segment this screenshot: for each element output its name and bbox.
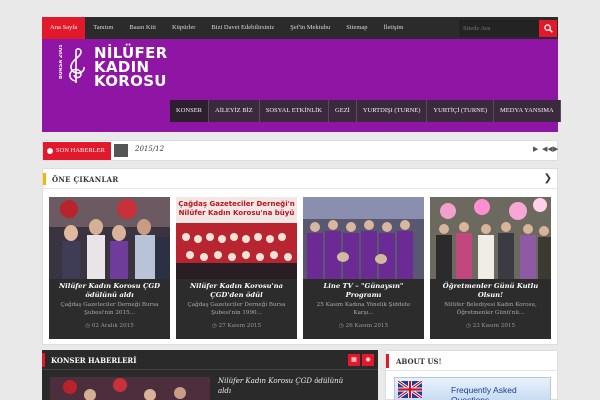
featured-card[interactable]: Nilüfer Kadın Korosu ÇGD ödülünü aldı Ça… [49,197,170,339]
ticker-label-text: SON HABERLER [56,147,105,154]
search-input[interactable] [459,20,539,37]
featured-card[interactable]: Line TV – "Günaysın" Programı 25 Kasım K… [303,197,424,339]
search-box [459,20,557,37]
concert-news-photo [50,377,210,400]
featured-accent-bar [43,173,46,185]
featured-card-title[interactable]: Öğretmenler Günü Kutlu Olsun! [434,282,547,300]
treble-clef-logo-icon[interactable]: BURSA 2005 [59,45,89,85]
featured-card-excerpt: 25 Kasım Kadına Yönelik Şiddete Karşı... [316,302,411,316]
featured-card-image[interactable] [430,197,551,279]
top-nav: Ana Sayfa Tanıtım Basın Kiti Küpürler Bi… [42,17,411,39]
search-button[interactable] [539,20,557,37]
featured-card-excerpt: Çağdaş Gazeteciler Derneği Bursa Şubesi'… [60,302,159,316]
mainnav-item-abroad-tour[interactable]: YURTDIŞI (TURNE) [357,100,428,122]
uk-flag-icon [398,381,422,398]
logo-line-3: KOROSU [94,72,167,90]
main-nav: KONSER AİLEYİZ BİZ SOSYAL ETKİNLİK GEZİ … [170,100,561,122]
search-icon [544,24,553,33]
featured-card-image[interactable] [303,197,424,279]
rss-icon[interactable]: ◉ [362,354,374,366]
featured-header: ÖNE ÇIKANLAR ❯ [43,169,557,189]
about-header: ABOUT US! [386,351,557,371]
mainnav-item-concert[interactable]: KONSER [170,100,210,122]
about-widget: ABOUT US! Frequently Asked Questions [385,350,558,400]
featured-card-image[interactable]: Çağdaş Gazeteciler Derneği'n Nilüfer Kad… [176,197,297,279]
card-overlay-text: Çağdaş Gazeteciler Derneği'n Nilüfer Kad… [178,200,295,217]
logo-side-text: BURSA 2005 [59,45,64,79]
mainnav-item-family[interactable]: AİLEYİZ BİZ [209,100,260,122]
topnav-item-home[interactable]: Ana Sayfa [42,17,86,39]
news-ticker: SON HABERLER 2015/12 ▶ ◀◀ ▶ [42,140,558,161]
topnav-item-about[interactable]: Tanıtım [85,17,121,39]
site-header: BURSA 2005 NİLÜFER KADIN KOROSU KONSER A… [42,39,561,132]
topnav-item-clippings[interactable]: Küpürler [164,17,203,39]
ticker-label: SON HABERLER [43,142,111,160]
featured-section: ÖNE ÇIKANLAR ❯ Nilüfer Kadın Korosu ÇGD … [42,168,558,345]
clock-icon: ◷ [211,323,219,329]
ticker-headline[interactable]: 2015/12 [135,145,164,153]
featured-card-excerpt: Çağdaş Gazeteciler Derneği Bursa Şubesi'… [187,302,286,316]
topnav-item-invite[interactable]: Bizi Davet Edebilirsiniz [203,17,282,39]
featured-card-title[interactable]: Line TV – "Günaysın" Programı [307,282,420,300]
topnav-item-contact[interactable]: İletişim [376,17,412,39]
grid-view-icon[interactable]: ▦ [348,354,360,366]
chevron-right-icon[interactable]: ❯ [544,173,552,184]
clock-icon: ◷ [465,323,473,329]
concert-news-title: KONSER HABERLERİ [51,356,137,365]
mainnav-item-domestic-tour[interactable]: YURTİÇİ (TURNE) [427,100,494,122]
featured-card[interactable]: Öğretmenler Günü Kutlu Olsun! Nilüfer Be… [430,197,551,339]
clock-icon: ◷ [338,323,346,329]
featured-card-title[interactable]: Nilüfer Kadın Korosu ÇGD ödülünü aldı [53,282,166,300]
featured-card-date: ◷ 26 Kasım 2015 [338,323,389,329]
ticker-next-icon[interactable]: ▶ [553,145,558,153]
featured-card-date: ◷ 27 Kasım 2015 [211,323,262,329]
ticker-thumbnail[interactable] [114,144,128,157]
ticker-play-icon[interactable]: ▶ [533,145,538,153]
featured-card-date: ◷ 02 Aralık 2015 [85,323,134,329]
about-accent-bar [386,354,389,368]
logo-title[interactable]: NİLÜFER KADIN KOROSU [94,46,167,90]
about-title: ABOUT US! [396,357,442,366]
topnav-item-conductor-letter[interactable]: Şef'in Mektubu [282,17,338,39]
concert-news-item-title[interactable]: Nilüfer Kadın Korosu ÇGD ödülünü aldı [218,376,348,396]
mainnav-item-media[interactable]: MEDYA YANSIMA [494,100,561,122]
faq-banner-text: Frequently Asked Questions [451,385,517,400]
faq-banner[interactable]: Frequently Asked Questions [394,377,551,400]
topnav-item-sitemap[interactable]: Sitemap [338,17,375,39]
featured-card-excerpt: Nilüfer Belediyesi Kadın Korosu, Öğretme… [444,302,537,316]
featured-card-image[interactable] [49,197,170,279]
featured-title: ÖNE ÇIKANLAR [52,175,119,184]
clock-icon: ◷ [85,323,92,329]
concert-news-section: KONSER HABERLERİ ▦ ◉ Nilüfer Kadın Koros… [42,350,378,400]
mainnav-item-social-events[interactable]: SOSYAL ETKİNLİK [260,100,330,122]
card-photo-3 [303,197,424,279]
topnav-item-press-kit[interactable]: Basın Kiti [121,17,164,39]
mainnav-item-trips[interactable]: GEZİ [329,100,357,122]
featured-card-title[interactable]: Nilüfer Kadın Korosu'na ÇGD'den ödül [180,282,293,300]
card-photo-1 [49,197,170,279]
concert-news-accent-bar [42,353,45,367]
ticker-dot-icon [47,148,53,154]
card-photo-4 [430,197,551,279]
ticker-prev-icon[interactable]: ◀◀ [542,145,553,153]
concert-news-header: KONSER HABERLERİ ▦ ◉ [42,350,378,370]
concert-news-thumbnail[interactable] [50,377,210,400]
top-bar: Ana Sayfa Tanıtım Basın Kiti Küpürler Bi… [42,17,558,39]
featured-card[interactable]: Çağdaş Gazeteciler Derneği'n Nilüfer Kad… [176,197,297,339]
featured-card-date: ◷ 23 Kasım 2015 [465,323,516,329]
